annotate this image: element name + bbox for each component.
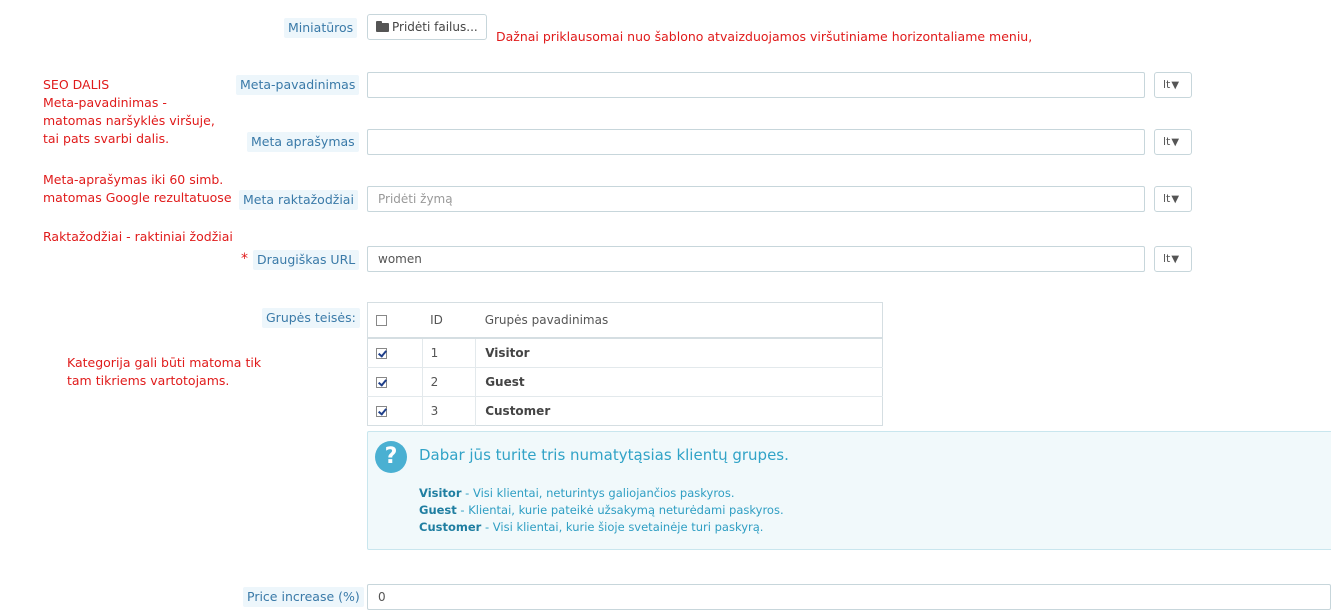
meta-keywords-lang-select[interactable]: lt▼	[1154, 186, 1192, 212]
category-note-line: Kategorija gali būti matoma tik	[67, 355, 262, 370]
info-line-guest: Guest - Klientai, kurie pateikė užsakymą…	[419, 503, 784, 517]
table-row: 3 Customer	[367, 396, 883, 426]
seo-note-line: SEO DALIS	[43, 77, 110, 92]
info-group-name: Customer	[419, 520, 482, 534]
info-line-customer: Customer - Visi klientai, kurie šioje sv…	[419, 520, 763, 534]
category-note: Kategorija gali būti matoma tik tam tikr…	[67, 354, 261, 390]
friendly-url-input[interactable]	[367, 246, 1145, 272]
meta-title-input[interactable]	[367, 72, 1145, 98]
thumbnails-note: Dažnai priklausomai nuo šablono atvaizdu…	[496, 29, 1033, 44]
group-id: 2	[422, 367, 477, 397]
info-group-desc: - Klientai, kurie pateikė užsakymą netur…	[456, 503, 784, 517]
lang-code: lt	[1163, 252, 1171, 265]
group-access-label: Grupės teisės:	[262, 308, 360, 328]
row-checkbox-cell	[367, 367, 423, 397]
info-title: Dabar jūs turite tris numatytąsias klien…	[419, 446, 789, 464]
question-icon: ?	[375, 441, 407, 473]
add-files-button-label: Pridėti failus...	[392, 20, 478, 34]
lang-code: lt	[1163, 135, 1171, 148]
price-increase-label: Price increase (%)	[243, 587, 364, 607]
lang-code: lt	[1163, 78, 1171, 91]
group-checkbox[interactable]	[376, 377, 387, 388]
keywords-note: Raktažodžiai - raktiniai žodžiai	[43, 229, 233, 244]
meta-keywords-label: Meta raktažodžiai	[239, 190, 358, 210]
meta-description-lang-select[interactable]: lt▼	[1154, 129, 1192, 155]
meta-description-note-line: matomas Google rezultatuose	[43, 190, 232, 205]
meta-title-lang-select[interactable]: lt▼	[1154, 72, 1192, 98]
caret-down-icon: ▼	[1171, 254, 1180, 265]
info-group-name: Guest	[419, 503, 457, 517]
category-note-line: tam tikriems vartotojams.	[67, 373, 230, 388]
folder-open-icon	[376, 21, 389, 32]
lang-code: lt	[1163, 192, 1171, 205]
seo-note: SEO DALIS Meta-pavadinimas - matomas nar…	[43, 76, 215, 148]
meta-description-input[interactable]	[367, 129, 1145, 155]
group-table: ID Grupės pavadinimas 1 Visitor 2 Guest …	[367, 302, 883, 426]
info-group-name: Visitor	[419, 486, 462, 500]
meta-title-label: Meta-pavadinimas	[236, 75, 360, 95]
caret-down-icon: ▼	[1171, 137, 1180, 148]
info-group-desc: - Visi klientai, kurie šioje svetainėje …	[481, 520, 764, 534]
id-column-header: ID	[422, 302, 476, 339]
info-line-visitor: Visitor - Visi klientai, neturintys gali…	[419, 486, 734, 500]
caret-down-icon: ▼	[1171, 80, 1180, 91]
meta-description-label: Meta aprašymas	[247, 132, 359, 152]
friendly-url-lang-select[interactable]: lt▼	[1154, 246, 1192, 272]
caret-down-icon: ▼	[1171, 194, 1180, 205]
select-all-checkbox[interactable]	[376, 315, 387, 326]
row-checkbox-cell	[367, 337, 423, 368]
group-checkbox[interactable]	[376, 348, 387, 359]
seo-note-line: Meta-pavadinimas -	[43, 95, 167, 110]
group-name: Guest	[475, 367, 883, 397]
thumbnails-label: Miniatūros	[284, 18, 358, 38]
customer-groups-info-box: ? Dabar jūs turite tris numatytąsias kli…	[367, 431, 1331, 550]
info-group-desc: - Visi klientai, neturintys galiojančios…	[461, 486, 735, 500]
select-all-cell	[367, 302, 423, 339]
friendly-url-label: Draugiškas URL	[253, 250, 360, 270]
meta-description-note: Meta-aprašymas iki 60 simb. matomas Goog…	[43, 171, 232, 207]
group-id: 3	[422, 396, 477, 426]
meta-description-note-line: Meta-aprašymas iki 60 simb.	[43, 172, 224, 187]
seo-note-line: tai pats svarbi dalis.	[43, 131, 170, 146]
meta-keywords-input[interactable]	[367, 186, 1145, 212]
group-name: Visitor	[475, 337, 883, 368]
group-name: Customer	[475, 396, 883, 426]
group-checkbox[interactable]	[376, 406, 387, 417]
table-row: 1 Visitor	[367, 337, 883, 368]
row-checkbox-cell	[367, 396, 423, 426]
table-header-row: ID Grupės pavadinimas	[367, 302, 883, 339]
name-column-header: Grupės pavadinimas	[475, 302, 883, 339]
seo-note-line: matomas naršyklės viršuje,	[43, 113, 215, 128]
table-row: 2 Guest	[367, 367, 883, 397]
price-increase-input[interactable]	[367, 584, 1331, 610]
group-id: 1	[422, 337, 477, 368]
add-files-button[interactable]: Pridėti failus...	[367, 14, 487, 40]
required-mark: *	[241, 251, 248, 267]
